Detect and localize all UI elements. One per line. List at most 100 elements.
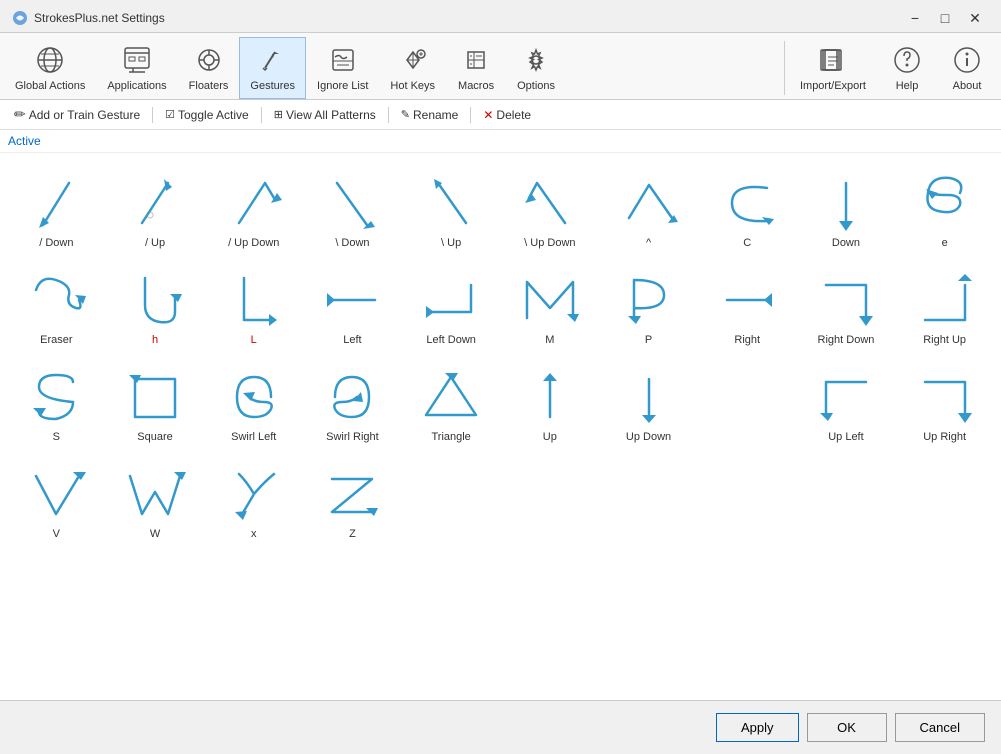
active-section-label: Active [0,130,1001,153]
gesture-right-down[interactable]: Right Down [798,258,895,353]
toolbar-ignore-list-label: Ignore List [317,80,368,92]
about-icon [951,44,983,76]
toggle-active-label: Toggle Active [178,108,249,122]
gesture-backslash-up[interactable]: \ Up [403,161,500,256]
gesture-v[interactable]: V [8,452,105,547]
gesture-e[interactable]: e [896,161,993,256]
gesture-slash-up-down[interactable]: / Up Down [205,161,302,256]
gesture-eraser[interactable]: Eraser [8,258,105,353]
gesture-slash-down[interactable]: / Down [8,161,105,256]
gesture-grid: / Down / Up / Up Down \ Down [8,161,993,547]
gesture-square[interactable]: Square [107,355,204,450]
add-train-label: Add or Train Gesture [29,108,140,122]
gesture-slash-up-down-label: / Up Down [228,237,279,249]
toolbar-global-actions-label: Global Actions [15,80,85,92]
gesture-caret[interactable]: ^ [600,161,697,256]
gesture-triangle[interactable]: Triangle [403,355,500,450]
toolbar-about[interactable]: About [937,37,997,99]
gesture-left-down[interactable]: Left Down [403,258,500,353]
gesture-up-right[interactable]: Up Right [896,355,993,450]
cancel-button[interactable]: Cancel [895,713,985,742]
delete-icon: ✕ [483,108,493,122]
gesture-up-left[interactable]: Up Left [798,355,895,450]
gesture-x-label: x [251,528,257,540]
toolbar-help[interactable]: Help [877,37,937,99]
action-separator-2 [261,107,262,123]
gesture-up-left-label: Up Left [828,431,863,443]
rename-button[interactable]: ✎ Rename [395,106,465,124]
patterns-icon: ⊞ [274,108,283,121]
gesture-h-label: h [152,334,158,346]
gesture-slash-up[interactable]: / Up [107,161,204,256]
active-label: Active [8,134,41,148]
gesture-up-down[interactable]: Up Down [600,355,697,450]
app-toolbar-icon [121,44,153,76]
maximize-button[interactable]: □ [931,8,959,28]
toolbar-import-export[interactable]: Import/Export [789,37,877,99]
gesture-z-label: Z [349,528,356,540]
globe-icon [34,44,66,76]
gesture-h[interactable]: h [107,258,204,353]
toolbar-options[interactable]: Options [506,37,566,99]
window-controls[interactable]: − □ ✕ [901,8,989,28]
gesture-left[interactable]: Left [304,258,401,353]
gesture-backslash-down[interactable]: \ Down [304,161,401,256]
action-separator-3 [388,107,389,123]
minimize-button[interactable]: − [901,8,929,28]
add-train-gesture-button[interactable]: ✏ Add or Train Gesture [8,104,146,125]
delete-button[interactable]: ✕ Delete [477,106,537,124]
toolbar-ignore-list[interactable]: Ignore List [306,37,379,99]
apply-button[interactable]: Apply [716,713,799,742]
title-bar-left: StrokesPlus.net Settings [12,10,165,26]
gesture-x[interactable]: x [205,452,302,547]
gesture-s[interactable]: S [8,355,105,450]
toolbar-gestures-label: Gestures [250,80,295,92]
gesture-right[interactable]: Right [699,258,796,353]
rename-icon: ✎ [401,108,410,121]
gesture-eraser-label: Eraser [40,334,72,346]
gesture-up[interactable]: Up [501,355,598,450]
gesture-z[interactable]: Z [304,452,401,547]
gesture-swirl-left[interactable]: Swirl Left [205,355,302,450]
gesture-backslash-up-down[interactable]: \ Up Down [501,161,598,256]
close-button[interactable]: ✕ [961,8,989,28]
toolbar-floaters[interactable]: Floaters [178,37,240,99]
action-bar: ✏ Add or Train Gesture ☑ Toggle Active ⊞… [0,100,1001,130]
gesture-p-label: P [645,334,652,346]
gesture-c-label: C [743,237,751,249]
gesture-l-label: L [251,334,257,346]
gesture-m-label: M [545,334,554,346]
gesture-swirl-right[interactable]: Swirl Right [304,355,401,450]
importexport-icon [817,44,849,76]
gesture-p[interactable]: P [600,258,697,353]
toolbar-macros[interactable]: Macros [446,37,506,99]
toolbar-hot-keys[interactable]: Hot Keys [379,37,446,99]
add-icon: ✏ [14,106,26,123]
toolbar-global-actions[interactable]: Global Actions [4,37,96,99]
toolbar-options-label: Options [517,80,555,92]
toolbar-gestures[interactable]: Gestures [239,37,306,99]
toggle-active-button[interactable]: ☑ Toggle Active [159,106,255,124]
gesture-down[interactable]: Down [798,161,895,256]
title-bar: StrokesPlus.net Settings − □ ✕ [0,0,1001,33]
gesture-w[interactable]: W [107,452,204,547]
ok-button[interactable]: OK [807,713,887,742]
view-all-patterns-button[interactable]: ⊞ View All Patterns [268,106,382,124]
macro-icon [460,44,492,76]
options-icon [520,44,552,76]
gesture-right-up[interactable]: Right Up [896,258,993,353]
toolbar-about-label: About [953,80,982,92]
gesture-m[interactable]: M [501,258,598,353]
gesture-slash-down-label: / Down [39,237,73,249]
gesture-triangle-label: Triangle [431,431,470,443]
gesture-left-label: Left [343,334,361,346]
gesture-c[interactable]: C [699,161,796,256]
toggle-icon: ☑ [165,108,175,121]
hotkey-icon [397,44,429,76]
toolbar-floaters-label: Floaters [189,80,229,92]
gesture-s-label: S [53,431,60,443]
gesture-backslash-down-label: \ Down [335,237,369,249]
gesture-l[interactable]: L [205,258,302,353]
gesture-v-label: V [53,528,60,540]
toolbar-applications[interactable]: Applications [96,37,177,99]
